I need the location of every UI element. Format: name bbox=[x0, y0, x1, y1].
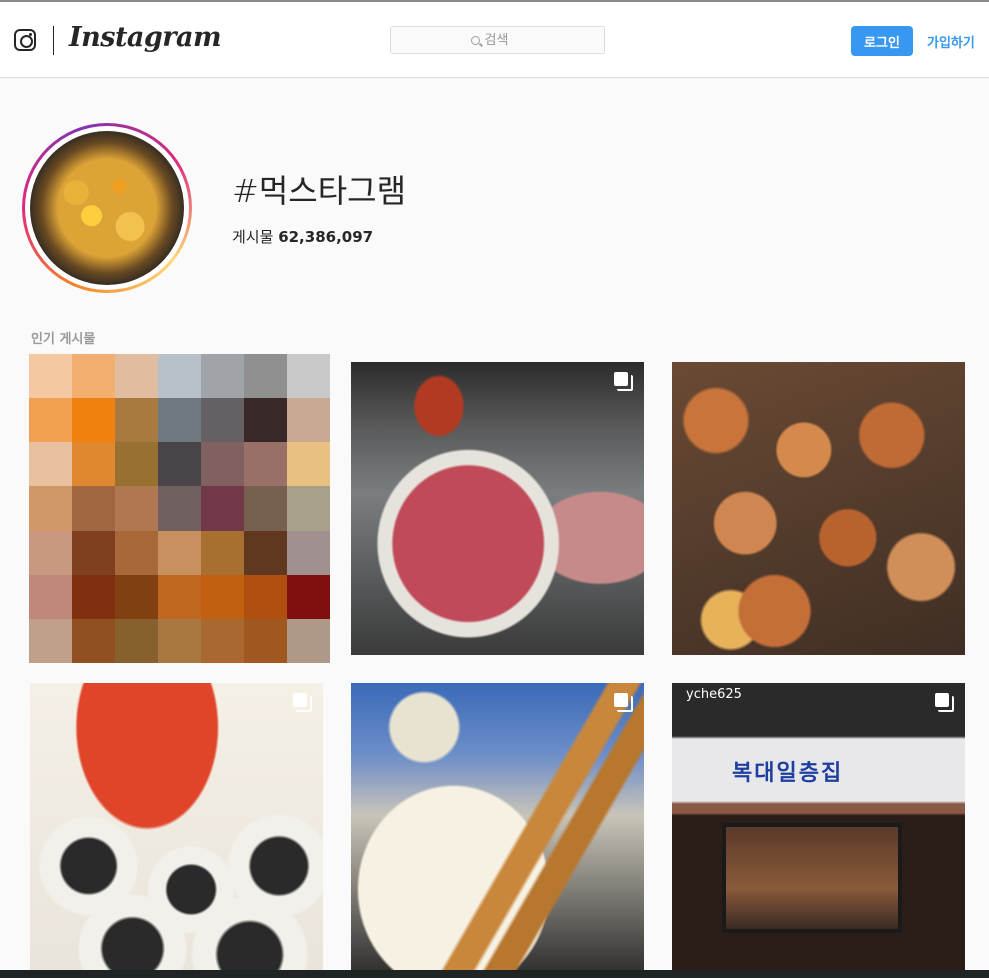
post-count-label: 게시물 bbox=[232, 228, 274, 246]
instagram-wordmark-logo[interactable]: Instagram bbox=[69, 22, 222, 53]
logo-divider bbox=[53, 26, 54, 55]
pixel-cell bbox=[115, 442, 158, 487]
pixel-cell bbox=[72, 618, 115, 663]
post-thumbnail-raw-meat[interactable] bbox=[351, 362, 644, 655]
pixel-cell bbox=[244, 618, 287, 663]
pixel-cell bbox=[287, 530, 330, 575]
pixel-cell bbox=[244, 354, 287, 399]
pixel-cell bbox=[244, 398, 287, 443]
pixel-cell bbox=[29, 486, 72, 531]
storefront-window bbox=[722, 823, 902, 933]
signup-link[interactable]: 가입하기 bbox=[927, 32, 975, 51]
pixel-cell bbox=[287, 398, 330, 443]
pixel-cell bbox=[201, 618, 244, 663]
pixel-cell bbox=[201, 442, 244, 487]
pixel-cell bbox=[115, 354, 158, 399]
pixel-cell bbox=[115, 530, 158, 575]
carousel-icon bbox=[614, 693, 633, 712]
pixel-cell bbox=[29, 618, 72, 663]
pixel-cell bbox=[72, 398, 115, 443]
pixel-cell bbox=[29, 442, 72, 487]
post-thumbnail-restaurant-front[interactable]: yche625 복대일층집 bbox=[672, 683, 965, 978]
pixel-cell bbox=[287, 442, 330, 487]
carousel-icon bbox=[614, 372, 633, 391]
pixel-cell bbox=[158, 398, 201, 443]
pixel-cell bbox=[115, 398, 158, 443]
pixel-cell bbox=[201, 530, 244, 575]
pixel-cell bbox=[158, 442, 201, 487]
search-icon bbox=[470, 35, 480, 45]
pixel-cell bbox=[72, 574, 115, 619]
pixel-cell bbox=[158, 530, 201, 575]
pixel-cell bbox=[158, 574, 201, 619]
pixel-cell bbox=[158, 618, 201, 663]
pixel-cell bbox=[29, 574, 72, 619]
storefront-sign: 복대일층집 bbox=[732, 761, 844, 786]
pixel-cell bbox=[72, 530, 115, 575]
pixel-cell bbox=[201, 486, 244, 531]
pixel-cell bbox=[115, 574, 158, 619]
pixel-cell bbox=[287, 574, 330, 619]
top-posts-heading: 인기 게시물 bbox=[31, 332, 96, 347]
pixel-cell bbox=[201, 354, 244, 399]
post-thumbnail-pixelated[interactable] bbox=[29, 354, 330, 663]
search-box[interactable] bbox=[390, 26, 605, 54]
pixel-cell bbox=[158, 486, 201, 531]
post-thumbnail-grilled-pork[interactable] bbox=[672, 362, 965, 655]
pixel-cell bbox=[72, 354, 115, 399]
login-button[interactable]: 로그인 bbox=[851, 26, 913, 56]
search-input[interactable] bbox=[484, 32, 525, 48]
post-count: 게시물 62,386,097 bbox=[232, 226, 373, 247]
pixel-cell bbox=[29, 354, 72, 399]
pixel-cell bbox=[201, 574, 244, 619]
pixel-cell bbox=[287, 354, 330, 399]
pixel-cell bbox=[244, 442, 287, 487]
pixel-cell bbox=[244, 574, 287, 619]
post-count-value: 62,386,097 bbox=[278, 228, 374, 246]
pixel-cell bbox=[29, 398, 72, 443]
pixel-cell bbox=[115, 486, 158, 531]
pixel-cell bbox=[287, 618, 330, 663]
pixel-cell bbox=[244, 486, 287, 531]
pixel-cell bbox=[72, 442, 115, 487]
post-thumbnail-snack-dip[interactable] bbox=[351, 683, 644, 978]
carousel-icon bbox=[293, 693, 312, 712]
hashtag-title: #먹스타그램 bbox=[232, 172, 407, 210]
photo-watermark: yche625 bbox=[686, 687, 742, 702]
pixel-cell bbox=[287, 486, 330, 531]
pixel-cell bbox=[29, 530, 72, 575]
pixel-cell bbox=[201, 398, 244, 443]
hashtag-avatar-image bbox=[30, 131, 184, 285]
hashtag-avatar-frame bbox=[25, 126, 189, 290]
pixelated-image bbox=[29, 354, 330, 663]
pixel-cell bbox=[115, 618, 158, 663]
post-thumbnail-kimbap-tteokbokki[interactable] bbox=[30, 683, 323, 978]
pixel-cell bbox=[244, 530, 287, 575]
carousel-icon bbox=[935, 693, 954, 712]
pixel-cell bbox=[158, 354, 201, 399]
instagram-camera-icon[interactable] bbox=[14, 29, 36, 51]
pixel-cell bbox=[72, 486, 115, 531]
top-navigation-bar: Instagram 로그인 가입하기 bbox=[0, 2, 989, 78]
bottom-taskbar-strip bbox=[0, 970, 989, 978]
hashtag-avatar-ring bbox=[22, 123, 192, 293]
